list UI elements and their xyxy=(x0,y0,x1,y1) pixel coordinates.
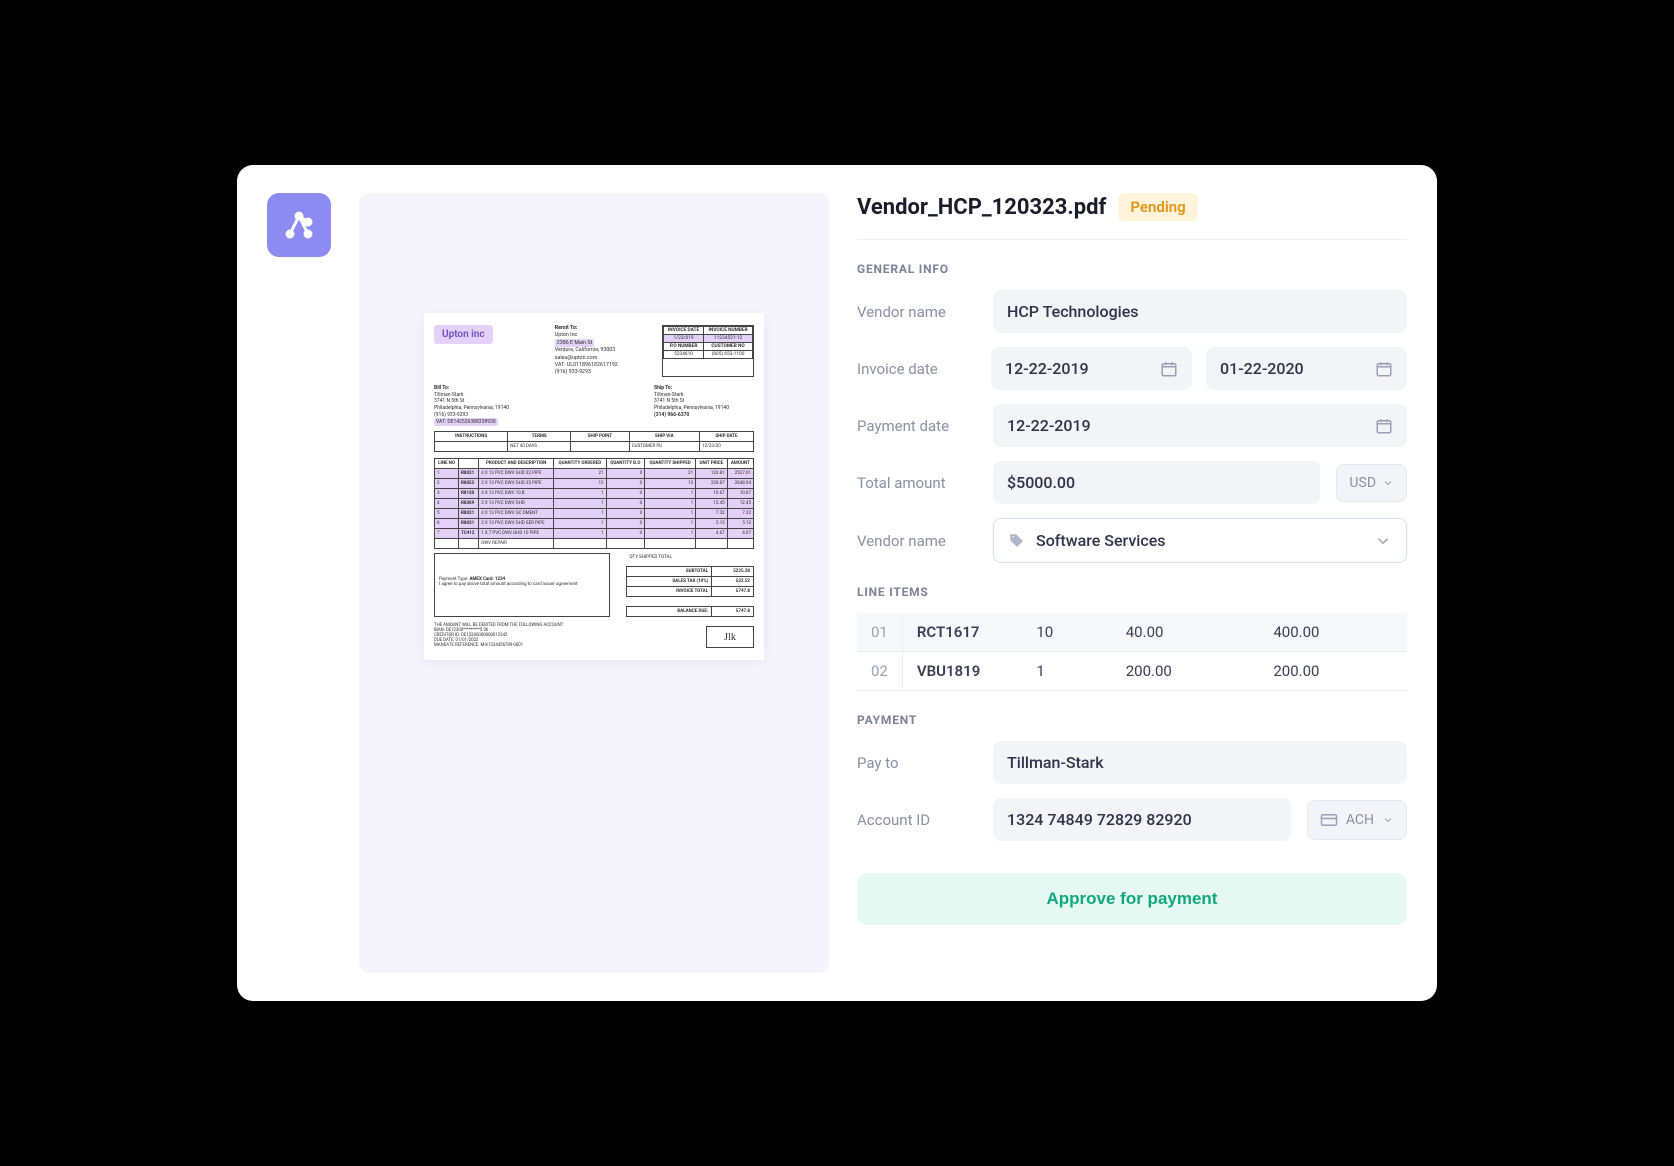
vendor-category-select[interactable]: Software Services xyxy=(993,518,1407,563)
label-vendor-name: Vendor name xyxy=(857,303,977,321)
document-preview[interactable]: Upton inc Remit To: Upton Inc 2386 E Mai… xyxy=(359,193,829,973)
status-badge: Pending xyxy=(1118,193,1197,221)
table-row: 3R81204 X 13 PVC DWV 10 B10110.6710.67 xyxy=(435,489,754,499)
calendar-icon xyxy=(1375,417,1393,435)
approve-button[interactable]: Approve for payment xyxy=(857,873,1407,925)
details-panel: Vendor_HCP_120323.pdf Pending GENERAL IN… xyxy=(857,193,1407,973)
bill-to: Bill To: Tillman-Stark 3741 N 5th St Phi… xyxy=(434,385,509,426)
label-vendor-category: Vendor name xyxy=(857,532,977,550)
table-row: 1R80314 X 13 PVC DWV GHD 32 PIPE21021120… xyxy=(435,469,754,479)
app-logo xyxy=(267,193,331,257)
network-icon xyxy=(281,207,317,243)
label-account-id: Account ID xyxy=(857,811,977,829)
total-amount-input[interactable]: $5000.00 xyxy=(993,461,1320,504)
line-items-table: 01 RCT1617 10 40.00 400.0002 VBU1819 1 2… xyxy=(857,613,1407,691)
invoice-date-input[interactable]: 12-22-2019 xyxy=(991,347,1192,390)
label-total-amount: Total amount xyxy=(857,474,977,492)
file-title: Vendor_HCP_120323.pdf xyxy=(857,195,1106,220)
table-row: 5R80314 X 13 PVC DWV GC DMENT1017.327.32 xyxy=(435,509,754,519)
invoice-line-table: LINE NOPRODUCT AND DESCRIPTIONQUANTITY O… xyxy=(434,458,754,549)
table-row: 4R83692 X 13 PVC DWV GHD10112.4512.45 xyxy=(435,499,754,509)
section-general-info: GENERAL INFO xyxy=(857,262,1407,276)
payment-date-input[interactable]: 12-22-2019 xyxy=(993,404,1407,447)
tag-icon xyxy=(1008,532,1026,550)
section-payment: PAYMENT xyxy=(857,713,1407,727)
signature-box: Jlk xyxy=(706,626,754,648)
table-row: 6R80312 X 13 PVC DWV GHD SER PIPE1015.12… xyxy=(435,519,754,529)
calendar-icon xyxy=(1375,360,1393,378)
card-icon xyxy=(1320,811,1338,829)
app-card: Upton inc Remit To: Upton Inc 2386 E Mai… xyxy=(237,165,1437,1001)
table-row[interactable]: 02 VBU1819 1 200.00 200.00 xyxy=(857,652,1407,691)
table-row: 7TC4121 X 7 PVC DWV GHD 10 PIPE1014.674.… xyxy=(435,529,754,539)
invoice-page: Upton inc Remit To: Upton Inc 2386 E Mai… xyxy=(424,313,764,660)
label-pay-to: Pay to xyxy=(857,754,977,772)
remit-block: Remit To: Upton Inc 2386 E Main St Ventu… xyxy=(555,325,618,377)
currency-select[interactable]: USD xyxy=(1336,464,1407,502)
payment-note-box: Payment Type: AMEX Card: 1234 I agree to… xyxy=(434,553,610,617)
invoice-totals: QTY SHIPPED TOTAL SUBTOTAL5225.28 SALES … xyxy=(626,553,754,617)
vendor-name-input[interactable]: HCP Technologies xyxy=(993,290,1407,333)
chevron-down-icon xyxy=(1382,477,1394,489)
section-line-items: LINE ITEMS xyxy=(857,585,1407,599)
chevron-down-icon xyxy=(1374,532,1392,550)
table-row: 2R80522 X 13 PVC DWV GHD 32 PIPE12012220… xyxy=(435,479,754,489)
invoice-info-box: INVOICE DATEINVOICE NUMBER 1/22/01911234… xyxy=(662,325,754,377)
calendar-icon xyxy=(1160,360,1178,378)
chevron-down-icon xyxy=(1382,814,1394,826)
label-payment-date: Payment date xyxy=(857,417,977,435)
invoice-footer-text: THE AMOUNT WILL BE DEBITED FROM THE FOLL… xyxy=(434,623,564,648)
table-row: DWV REPAIR xyxy=(435,539,754,549)
table-row[interactable]: 01 RCT1617 10 40.00 400.00 xyxy=(857,613,1407,652)
invoice-mid-table: INSTRUCTIONSTERMSSHIP POINTSHIP VIASHIP … xyxy=(434,431,754,452)
due-date-input[interactable]: 01-22-2020 xyxy=(1206,347,1407,390)
invoice-company: Upton inc xyxy=(434,325,493,344)
ship-to: Ship To: Tillman-Stark 3741 N 5th St Phi… xyxy=(654,385,754,426)
label-invoice-date: Invoice date xyxy=(857,360,977,378)
payment-method-select[interactable]: ACH xyxy=(1307,800,1407,840)
account-id-input[interactable]: 1324 74849 72829 82920 xyxy=(993,798,1291,841)
pay-to-input[interactable]: Tillman-Stark xyxy=(993,741,1407,784)
